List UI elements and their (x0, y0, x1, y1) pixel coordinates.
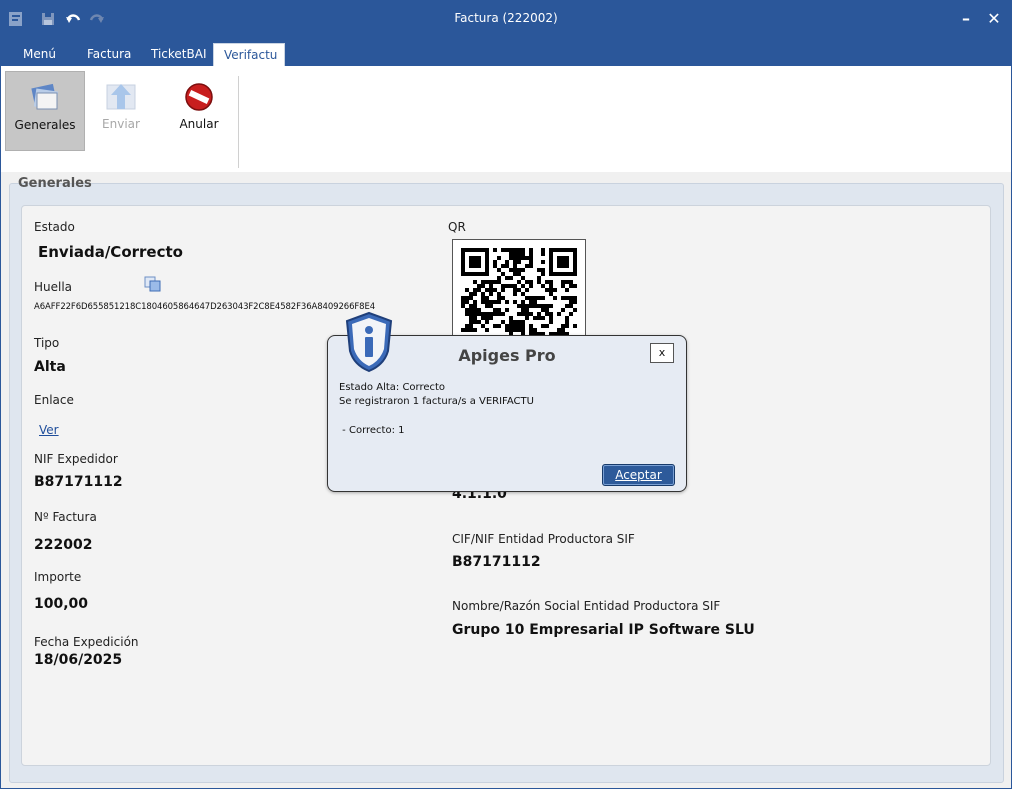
title-bar: Factura (222002) – ✕ (1, 1, 1011, 37)
tab-menu[interactable]: Menú (13, 43, 66, 66)
importe-value: 100,00 (34, 596, 89, 612)
tab-verifactu[interactable]: Verifactu (213, 43, 285, 66)
ver-link[interactable]: Ver (39, 423, 59, 437)
cif-entidad-value: B87171112 (452, 554, 541, 570)
enlace-label: Enlace (34, 393, 74, 407)
anular-button[interactable]: Anular (159, 71, 239, 151)
nif-expedidor-label: NIF Expedidor (34, 452, 118, 466)
aceptar-label: Aceptar (615, 468, 662, 482)
tipo-label: Tipo (34, 336, 60, 350)
numero-factura-label: Nº Factura (34, 510, 97, 524)
anular-label: Anular (179, 117, 219, 131)
upload-arrow-icon (106, 84, 136, 110)
nombre-entidad-value: Grupo 10 Empresarial IP Software SLU (452, 622, 755, 638)
fecha-expedicion-value: 18/06/2025 (34, 652, 123, 668)
copy-icon[interactable] (144, 276, 162, 292)
tab-ticketbai[interactable]: TicketBAI (141, 43, 216, 66)
importe-label: Importe (34, 570, 82, 584)
enviar-button: Enviar (81, 71, 161, 151)
minimize-button[interactable]: – (954, 7, 978, 31)
close-button[interactable]: ✕ (982, 7, 1006, 31)
aceptar-button[interactable]: Aceptar (602, 464, 675, 486)
huella-label: Huella (34, 280, 73, 294)
generales-button[interactable]: Generales (5, 71, 85, 151)
cif-entidad-label: CIF/NIF Entidad Productora SIF (452, 532, 635, 546)
nombre-entidad-label: Nombre/Razón Social Entidad Productora S… (452, 599, 721, 613)
dialog-message-line: Estado Alta: Correcto (339, 382, 446, 393)
nif-expedidor-value: B87171112 (34, 474, 123, 490)
ribbon-separator (238, 76, 239, 168)
huella-value: A6AFF22F6D655851218C1804605864647D263043… (34, 302, 376, 312)
info-shield-icon (345, 311, 393, 373)
tab-factura[interactable]: Factura (77, 43, 141, 66)
cancel-icon (185, 83, 213, 111)
dialog-message-line: Se registraron 1 factura/s a VERIFACTU (339, 396, 534, 407)
tab-bar: Menú Factura TicketBAI Verifactu (1, 37, 1011, 66)
estado-label: Estado (34, 220, 75, 234)
invoice-window: Factura (222002) – ✕ Menú Factura Ticket… (0, 0, 1012, 789)
dialog-close-button[interactable]: x (650, 343, 674, 363)
estado-value: Enviada/Correcto (38, 243, 183, 261)
qr-label: QR (448, 220, 466, 234)
ribbon: Generales Enviar Anular (1, 66, 1011, 172)
documents-icon (31, 83, 59, 110)
group-title: Generales (18, 176, 92, 191)
enviar-label: Enviar (102, 117, 140, 131)
window-title: Factura (222002) (454, 11, 558, 25)
generales-label: Generales (14, 118, 76, 132)
dialog-message-line: - Correcto: 1 (339, 425, 405, 436)
fecha-expedicion-label: Fecha Expedición (34, 635, 139, 649)
numero-factura-value: 222002 (34, 537, 93, 553)
tipo-value: Alta (34, 359, 66, 375)
